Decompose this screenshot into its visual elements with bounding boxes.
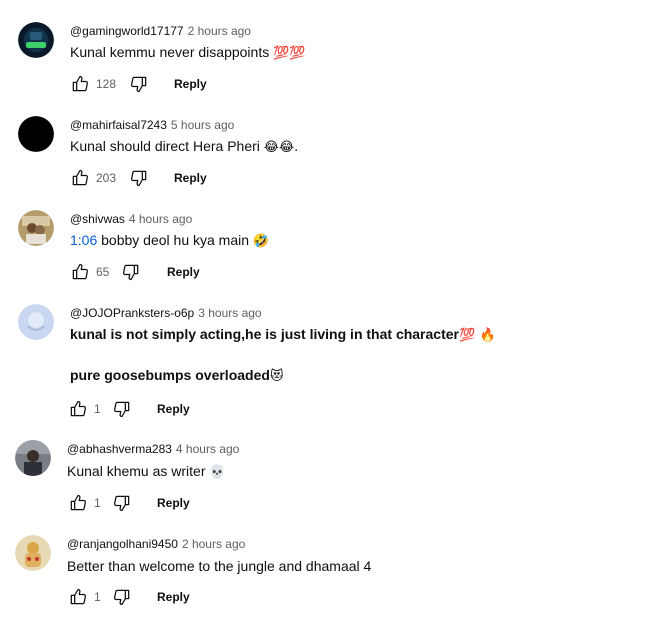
comment-author[interactable]: @shivwas <box>70 212 125 226</box>
comment-time[interactable]: 5 hours ago <box>171 118 234 132</box>
reply-button[interactable]: Reply <box>174 77 207 91</box>
avatar[interactable] <box>15 440 51 476</box>
thumbs-up-icon[interactable] <box>68 72 92 96</box>
thumbs-down-icon[interactable] <box>127 72 151 96</box>
comment-time[interactable]: 4 hours ago <box>129 212 192 226</box>
avatar[interactable] <box>18 210 54 246</box>
like-count: 1 <box>94 496 101 510</box>
thumbs-up-icon[interactable] <box>68 260 92 284</box>
comment-author[interactable]: @ranjangolhani9450 <box>67 537 178 551</box>
avatar[interactable] <box>18 22 54 58</box>
like-count: 1 <box>94 402 101 416</box>
thumbs-up-icon[interactable] <box>66 585 90 609</box>
comment-emoji: 🤣 <box>252 234 270 249</box>
comment-time[interactable]: 2 hours ago <box>188 24 251 38</box>
comment-author[interactable]: @gamingworld17177 <box>70 24 184 38</box>
comment-emoji: 💀 <box>209 465 226 480</box>
avatar[interactable] <box>15 535 51 571</box>
reply-button[interactable]: Reply <box>157 590 190 604</box>
thumbs-up-icon[interactable] <box>68 166 92 190</box>
timestamp-link[interactable]: 1:06 <box>70 232 97 248</box>
like-count: 65 <box>96 265 110 279</box>
comment-time[interactable]: 3 hours ago <box>198 306 261 320</box>
reply-button[interactable]: Reply <box>157 496 190 510</box>
comment-text: Kunal khemu as writer <box>67 463 206 479</box>
comment-text-line-2: pure goosebumps overloaded <box>70 367 270 383</box>
thumbs-up-icon[interactable] <box>66 491 90 515</box>
reply-button[interactable]: Reply <box>157 402 190 416</box>
thumbs-down-icon[interactable] <box>110 491 134 515</box>
comment-text: Kunal kemmu never disappoints <box>70 44 270 60</box>
comment-text: Kunal should direct Hera Pheri <box>70 138 260 154</box>
thumbs-down-icon[interactable] <box>127 166 151 190</box>
thumbs-down-icon[interactable] <box>110 397 134 421</box>
comment-time[interactable]: 4 hours ago <box>176 442 239 456</box>
comment-emoji-2: 😻 <box>269 369 284 384</box>
thumbs-up-icon[interactable] <box>66 397 90 421</box>
comment-emoji: 😂😂. <box>263 140 299 155</box>
thumbs-down-icon[interactable] <box>119 260 143 284</box>
comment-emoji: 💯💯 <box>273 46 306 61</box>
like-count: 128 <box>96 77 117 91</box>
comment-emoji: 💯 🔥 <box>458 328 496 343</box>
comment-text: bobby deol hu kya main <box>101 232 250 248</box>
comment-text: Better than welcome to the jungle and dh… <box>67 558 372 574</box>
like-count: 203 <box>96 171 117 185</box>
reply-button[interactable]: Reply <box>167 265 200 279</box>
comment-author[interactable]: @mahirfaisal7243 <box>70 118 167 132</box>
comment-author[interactable]: @JOJOPranksters-o6p <box>70 306 194 320</box>
avatar[interactable] <box>18 116 54 152</box>
comment-author[interactable]: @abhashverma283 <box>67 442 172 456</box>
comment-time[interactable]: 2 hours ago <box>182 537 245 551</box>
reply-button[interactable]: Reply <box>174 171 207 185</box>
comment-text: kunal is not simply acting,he is just li… <box>70 326 459 342</box>
like-count: 1 <box>94 590 101 604</box>
avatar[interactable] <box>18 304 54 340</box>
thumbs-down-icon[interactable] <box>110 585 134 609</box>
